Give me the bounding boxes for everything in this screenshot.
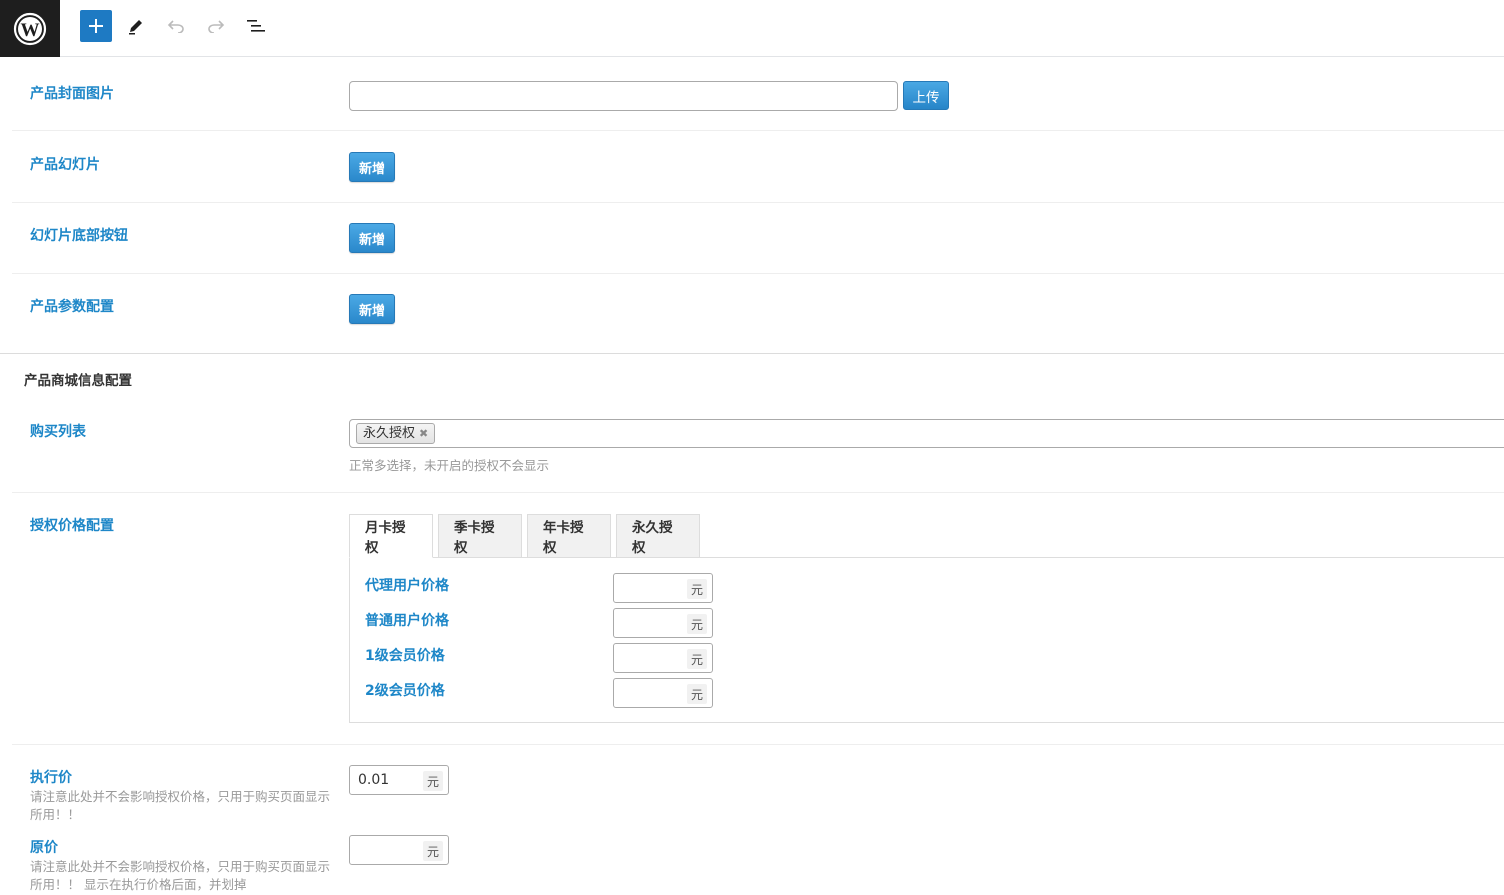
undo-button[interactable] — [160, 10, 192, 42]
params-add-button[interactable]: 新增 — [349, 294, 395, 324]
upload-button[interactable]: 上传 — [903, 81, 949, 110]
tab-quarterly[interactable]: 季卡授权 — [438, 514, 522, 558]
slide-buttons-label: 幻灯片底部按钮 — [30, 228, 128, 244]
redo-button[interactable] — [200, 10, 232, 42]
agent-price-input[interactable]: 元 — [613, 573, 713, 603]
agent-price-label: 代理用户价格 — [365, 578, 449, 594]
edit-tool-button[interactable] — [120, 10, 152, 42]
params-label: 产品参数配置 — [30, 299, 114, 315]
member2-price-label: 2级会员价格 — [365, 683, 445, 699]
tab-permanent[interactable]: 永久授权 — [616, 514, 700, 558]
cover-image-label: 产品封面图片 — [30, 86, 114, 102]
currency-unit: 元 — [687, 579, 707, 599]
currency-unit: 元 — [687, 649, 707, 669]
member2-price-input[interactable]: 元 — [613, 678, 713, 708]
list-view-icon — [247, 20, 265, 32]
tab-monthly[interactable]: 月卡授权 — [349, 514, 433, 558]
member1-price-label: 1级会员价格 — [365, 648, 445, 664]
slideshow-label: 产品幻灯片 — [30, 157, 100, 173]
remove-tag-icon[interactable]: ✖ — [419, 424, 428, 443]
params-row: 产品参数配置 — [12, 274, 1504, 353]
slide-buttons-row: 幻灯片底部按钮 — [12, 203, 1504, 274]
purchase-list-label: 购买列表 — [30, 424, 86, 440]
purchase-list-hint: 正常多选择，未开启的授权不会显示 — [349, 458, 550, 473]
wordpress-icon[interactable]: W — [0, 0, 60, 57]
license-price-label: 授权价格配置 — [30, 518, 114, 534]
normal-price-label: 普通用户价格 — [365, 613, 449, 629]
cover-image-input[interactable] — [349, 81, 898, 111]
slideshow-row: 产品幻灯片 — [12, 131, 1504, 203]
exec-price-value: 0.01 — [358, 772, 390, 788]
editor-toolbar: W — [0, 0, 1504, 57]
orig-price-desc: 请注意此处并不会影响授权价格，只用于购买页面显示所用！！ 显示在执行价格后面，并… — [30, 859, 331, 892]
exec-price-label: 执行价 — [30, 770, 72, 786]
selected-tag: 永久授权 ✖ — [356, 423, 436, 444]
svg-text:W: W — [21, 20, 40, 41]
shop-section-title: 产品商城信息配置 — [24, 373, 132, 389]
redo-icon — [208, 20, 225, 33]
exec-price-input[interactable]: 0.01 元 — [349, 765, 449, 795]
section-divider — [0, 353, 1504, 354]
plus-icon — [89, 19, 103, 33]
tab-yearly[interactable]: 年卡授权 — [527, 514, 611, 558]
currency-unit: 元 — [687, 614, 707, 634]
slide-buttons-add-button[interactable]: 新增 — [349, 223, 395, 253]
license-tabs-panel — [349, 557, 1504, 723]
pencil-icon — [129, 20, 142, 35]
slideshow-add-button[interactable]: 新增 — [349, 152, 395, 182]
currency-unit: 元 — [423, 771, 443, 791]
normal-price-input[interactable]: 元 — [613, 608, 713, 638]
member1-price-input[interactable]: 元 — [613, 643, 713, 673]
tag-label: 永久授权 — [363, 426, 416, 441]
currency-unit: 元 — [423, 841, 443, 861]
orig-price-input[interactable]: 元 — [349, 835, 449, 865]
add-block-button[interactable] — [80, 10, 112, 42]
currency-unit: 元 — [687, 684, 707, 704]
orig-price-label: 原价 — [30, 840, 58, 856]
exec-price-desc: 请注意此处并不会影响授权价格，只用于购买页面显示所用！！ — [30, 789, 331, 822]
document-outline-button[interactable] — [240, 10, 272, 42]
undo-icon — [167, 20, 184, 33]
purchase-list-select[interactable]: 永久授权 ✖ — [349, 419, 1504, 448]
